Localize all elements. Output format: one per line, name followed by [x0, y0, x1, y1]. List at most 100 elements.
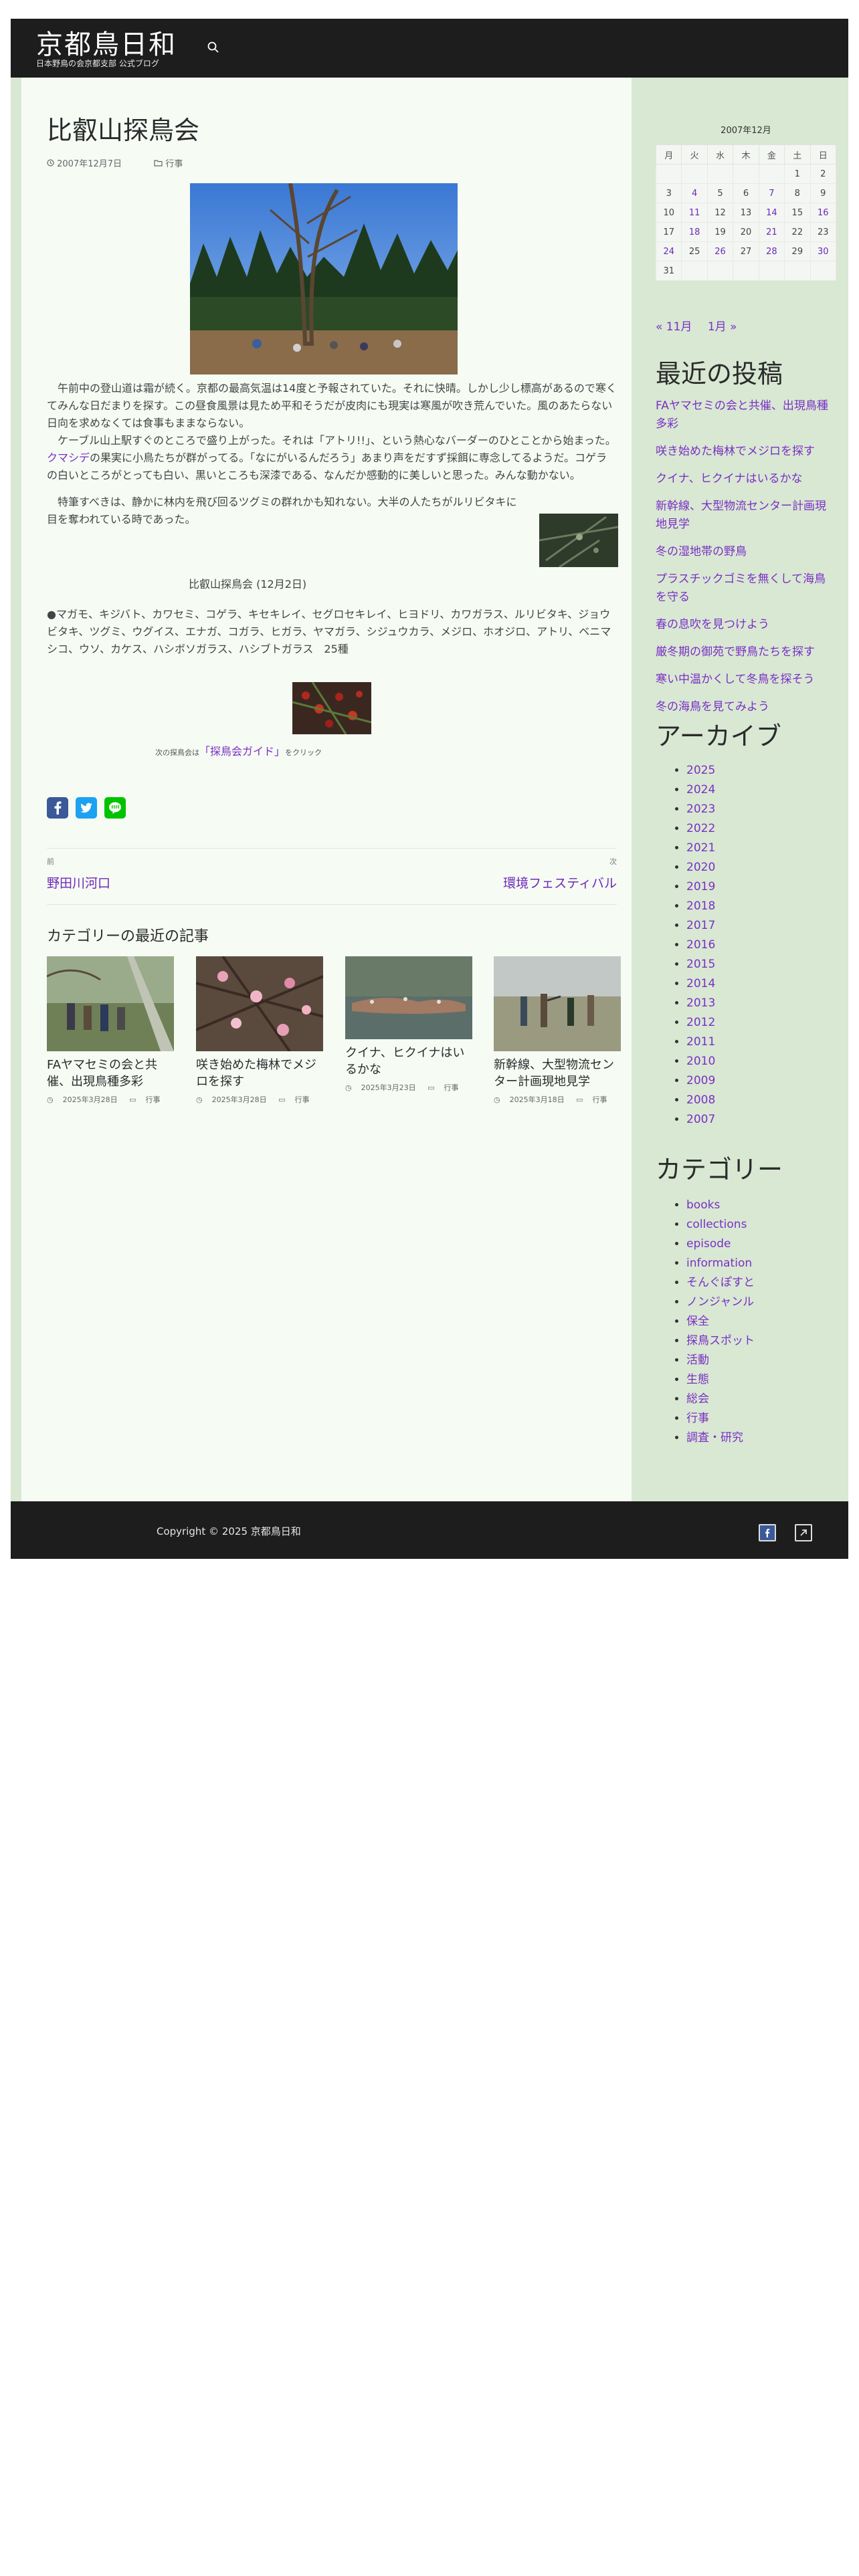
archive-item-link[interactable]: 2019	[686, 880, 715, 893]
archive-item-link[interactable]: 2016	[686, 938, 715, 952]
calendar-day[interactable]: 11	[681, 203, 708, 223]
facebook-icon[interactable]	[759, 1524, 776, 1541]
archive-item-link[interactable]: 2020	[686, 861, 715, 874]
link-icon[interactable]	[795, 1524, 812, 1541]
calendar-day[interactable]: 18	[681, 222, 708, 242]
recent-post-item-link[interactable]: 寒い中温かくして冬鳥を探そう	[656, 673, 815, 686]
calendar-next-link[interactable]: 1月 »	[708, 320, 737, 334]
recent-post-item-link[interactable]: 咲き始めた梅林でメジロを探す	[656, 445, 815, 458]
recent-post-item-link[interactable]: 冬の湿地帯の野鳥	[656, 545, 747, 558]
category-item-link[interactable]: 活動	[686, 1354, 709, 1367]
category-item-link[interactable]: books	[686, 1198, 720, 1212]
calendar-day[interactable]: 28	[758, 241, 785, 261]
calendar-day-link[interactable]: 11	[689, 208, 700, 218]
site-title[interactable]: 京都鳥日和	[36, 23, 177, 62]
calendar-day-link[interactable]: 16	[818, 208, 829, 218]
category-item-link[interactable]: 保全	[686, 1315, 709, 1328]
archive-item-link[interactable]: 2007	[686, 1113, 715, 1126]
calendar-day[interactable]: 26	[706, 241, 734, 261]
guide-photo[interactable]	[292, 682, 371, 734]
category-item-link[interactable]: そんぐぽすと	[686, 1276, 755, 1289]
calendar-day[interactable]: 14	[758, 203, 785, 223]
calendar-day-link[interactable]: 24	[663, 247, 674, 257]
line-icon	[109, 802, 122, 814]
archive-item-link[interactable]: 2011	[686, 1035, 715, 1049]
archive-item-link[interactable]: 2021	[686, 841, 715, 855]
twitter-share-button[interactable]	[76, 797, 98, 819]
category-item-link[interactable]: collections	[686, 1218, 747, 1231]
archive-item-link[interactable]: 2023	[686, 802, 715, 816]
kumashide-link[interactable]: クマシデ	[47, 451, 90, 464]
archive-item-link[interactable]: 2009	[686, 1074, 715, 1087]
next-post-link[interactable]: 環境フェスティバル	[503, 873, 617, 891]
recent-post-item-link[interactable]: 厳冬期の御苑で野鳥たちを探す	[656, 645, 815, 659]
related-thumbnail[interactable]	[47, 956, 174, 1051]
facebook-share-button[interactable]	[47, 797, 68, 819]
archive-item: 2007	[686, 1110, 859, 1130]
category-item-link[interactable]: 調査・研究	[686, 1431, 743, 1444]
related-card[interactable]: クイナ、ヒクイナはいるかな ◷ 2025年3月23日 ▭ 行事	[345, 956, 472, 1093]
calendar-day-link[interactable]: 26	[714, 247, 726, 257]
category-item-link[interactable]: ノンジャンル	[686, 1295, 754, 1309]
archive-item-link[interactable]: 2024	[686, 783, 715, 796]
archive-item: 2016	[686, 936, 859, 955]
category-item-link[interactable]: 行事	[686, 1412, 709, 1425]
calendar-week: 3456789	[655, 183, 837, 203]
calendar-day: 25	[681, 241, 708, 261]
calendar-day: 2	[809, 164, 837, 184]
related-card-title[interactable]: クイナ、ヒクイナはいるかな	[345, 1045, 472, 1078]
related-card[interactable]: 咲き始めた梅林でメジロを探す ◷ 2025年3月28日 ▭ 行事	[196, 956, 323, 1105]
post-category[interactable]: 行事	[154, 159, 197, 169]
archive-item-link[interactable]: 2017	[686, 919, 715, 932]
recent-post-item-link[interactable]: 新幹線、大型物流センター計画現地見学	[656, 500, 826, 531]
category-item-link[interactable]: 探鳥スポット	[686, 1334, 755, 1348]
archive-item-link[interactable]: 2015	[686, 958, 715, 971]
archive-item-link[interactable]: 2025	[686, 764, 715, 777]
category-item-link[interactable]: information	[686, 1257, 752, 1270]
calendar-day-link[interactable]: 30	[818, 247, 829, 257]
calendar-day[interactable]: 30	[809, 241, 837, 261]
search-icon[interactable]	[206, 40, 221, 55]
archive-item-link[interactable]: 2008	[686, 1093, 715, 1107]
guide-link[interactable]: 「探鳥会ガイド」	[199, 745, 285, 758]
calendar-day-link[interactable]: 18	[689, 227, 700, 237]
recent-post-item: 寒い中温かくして冬鳥を探そう	[656, 671, 836, 689]
calendar-day	[758, 261, 785, 281]
calendar-day[interactable]: 24	[655, 241, 682, 261]
calendar-day[interactable]: 21	[758, 222, 785, 242]
archive-item-link[interactable]: 2018	[686, 899, 715, 913]
post-paragraph-3: 特筆すべきは、静かに林内を飛び回るツグミの群れかも知れない。大半の人たちがルリビ…	[47, 496, 517, 526]
archive-item-link[interactable]: 2013	[686, 996, 715, 1010]
calendar-day-link[interactable]: 7	[769, 189, 774, 199]
archive-item-link[interactable]: 2022	[686, 822, 715, 835]
calendar-day-link[interactable]: 28	[766, 247, 777, 257]
calendar-day-link[interactable]: 14	[766, 208, 777, 218]
related-thumbnail[interactable]	[494, 956, 621, 1051]
archive-item-link[interactable]: 2012	[686, 1016, 715, 1029]
archive-item-link[interactable]: 2014	[686, 977, 715, 990]
calendar-day[interactable]: 4	[681, 183, 708, 203]
related-thumbnail[interactable]	[196, 956, 323, 1051]
related-card[interactable]: FAヤマセミの会と共催、出現鳥種多彩 ◷ 2025年3月28日 ▭ 行事	[47, 956, 174, 1105]
calendar-day[interactable]: 16	[809, 203, 837, 223]
category-item-link[interactable]: 生態	[686, 1373, 709, 1386]
category-item-link[interactable]: episode	[686, 1237, 731, 1251]
calendar-day-link[interactable]: 4	[692, 189, 697, 199]
archive-item-link[interactable]: 2010	[686, 1055, 715, 1068]
related-card-title[interactable]: 咲き始めた梅林でメジロを探す	[196, 1057, 323, 1090]
calendar-day[interactable]: 7	[758, 183, 785, 203]
recent-post-item-link[interactable]: 春の息吹を見つけよう	[656, 618, 769, 631]
prev-post-link[interactable]: 野田川河口	[47, 873, 110, 891]
calendar-prev-link[interactable]: « 11月	[656, 320, 692, 334]
line-share-button[interactable]	[104, 797, 126, 819]
related-card-title[interactable]: FAヤマセミの会と共催、出現鳥種多彩	[47, 1057, 174, 1090]
related-thumbnail[interactable]	[345, 956, 472, 1039]
category-item-link[interactable]: 総会	[686, 1392, 709, 1406]
related-card[interactable]: 新幹線、大型物流センター計画現地見学 ◷ 2025年3月18日 ▭ 行事	[494, 956, 621, 1105]
calendar-day-link[interactable]: 21	[766, 227, 777, 237]
related-card-title[interactable]: 新幹線、大型物流センター計画現地見学	[494, 1057, 621, 1090]
recent-post-item-link[interactable]: FAヤマセミの会と共催、出現鳥種多彩	[656, 399, 828, 431]
recent-post-item-link[interactable]: クイナ、ヒクイナはいるかな	[656, 472, 802, 486]
recent-post-item-link[interactable]: プラスチックゴミを無くして海鳥を守る	[656, 572, 826, 604]
recent-post-item-link[interactable]: 冬の海鳥を見てみよう	[656, 700, 769, 714]
